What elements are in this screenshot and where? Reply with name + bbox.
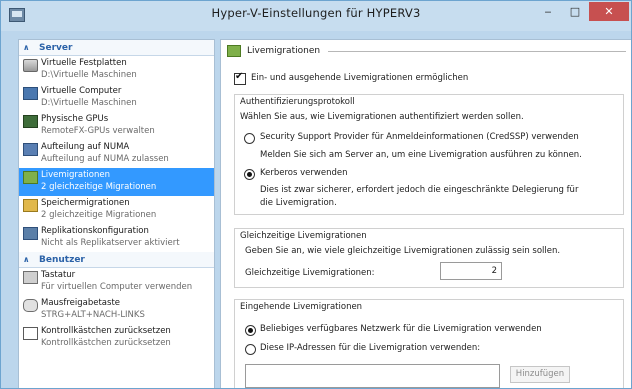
- checkbox-reset-icon: [23, 327, 38, 340]
- nav-item-label: Tastatur: [41, 270, 76, 280]
- enable-live-migration-label[interactable]: Ein- und ausgehende Livemigrationen ermö…: [251, 73, 468, 83]
- disk-icon: [23, 59, 38, 72]
- credssp-description: Melden Sie sich am Server an, um eine Li…: [260, 150, 582, 160]
- kerberos-radio[interactable]: [244, 169, 255, 180]
- nav-item-sublabel: STRG+ALT+NACH-LINKS: [41, 310, 145, 320]
- nav-item-label: Kontrollkästchen zurücksetzen: [41, 326, 171, 336]
- vm-icon: [23, 87, 38, 100]
- nav-item-reset-checkboxes[interactable]: Kontrollkästchen zurücksetzen Kontrollkä…: [19, 324, 214, 352]
- numa-icon: [23, 143, 38, 156]
- user-section-header[interactable]: ∧ Benutzer: [19, 252, 214, 268]
- section-header: Livemigrationen: [227, 44, 626, 58]
- these-ips-radio[interactable]: [245, 344, 256, 355]
- incoming-migrations-group: Eingehende Livemigrationen Beliebiges ve…: [234, 299, 624, 388]
- concurrent-description: Geben Sie an, wie viele gleichzeitige Li…: [245, 246, 561, 256]
- replication-icon: [23, 227, 38, 240]
- auth-group-title: Authentifizierungsprotokoll: [240, 97, 355, 107]
- title-bar[interactable]: Hyper-V-Einstellungen für HYPERV3 ‒ □ ✕: [1, 1, 631, 31]
- section-title: Livemigrationen: [247, 46, 321, 56]
- concurrent-count-label: Gleichzeitige Livemigrationen:: [245, 268, 375, 278]
- credssp-radio[interactable]: [244, 133, 255, 144]
- storage-icon: [23, 199, 38, 212]
- settings-window: Hyper-V-Einstellungen für HYPERV3 ‒ □ ✕ …: [0, 0, 632, 389]
- user-header-label: Benutzer: [39, 254, 85, 265]
- nav-item-live-migrations[interactable]: Livemigrationen 2 gleichzeitige Migratio…: [19, 168, 214, 196]
- keyboard-icon: [23, 271, 38, 284]
- concurrent-group-title: Gleichzeitige Livemigrationen: [240, 231, 367, 241]
- settings-nav-pane: ∧ Server Virtuelle Festplatten D:\Virtue…: [18, 39, 215, 388]
- kerberos-description-line1: Dies ist zwar sicherer, erfordert jedoch…: [260, 185, 579, 195]
- minimize-button[interactable]: ‒: [535, 2, 561, 21]
- server-header-label: Server: [39, 42, 73, 53]
- collapse-chevron-icon[interactable]: ∧: [23, 43, 33, 52]
- close-button[interactable]: ✕: [589, 2, 629, 21]
- any-network-radio[interactable]: [245, 325, 256, 336]
- nav-item-replication[interactable]: Replikationskonfiguration Nicht als Repl…: [19, 224, 214, 252]
- maximize-button[interactable]: □: [562, 2, 588, 21]
- nav-item-numa[interactable]: Aufteilung auf NUMA Aufteilung auf NUMA …: [19, 140, 214, 168]
- nav-item-storage-migrations[interactable]: Speichermigrationen 2 gleichzeitige Migr…: [19, 196, 214, 224]
- nav-item-label: Physische GPUs: [41, 114, 109, 124]
- kerberos-description-line2: die Livemigration.: [260, 198, 337, 208]
- nav-item-sublabel: Kontrollkästchen zurücksetzen: [41, 338, 171, 348]
- nav-item-label: Replikationskonfiguration: [41, 226, 149, 236]
- nav-item-sublabel: 2 gleichzeitige Migrationen: [41, 210, 157, 220]
- nav-item-label: Speichermigrationen: [41, 198, 130, 208]
- these-ips-label[interactable]: Diese IP-Adressen für die Livemigration …: [260, 343, 480, 353]
- settings-content-pane: Livemigrationen Ein- und ausgehende Live…: [220, 39, 631, 388]
- any-network-label[interactable]: Beliebiges verfügbares Netzwerk für die …: [260, 324, 542, 334]
- nav-item-sublabel: RemoteFX-GPUs verwalten: [41, 126, 155, 136]
- enable-live-migration-checkbox[interactable]: [234, 71, 246, 85]
- gpu-icon: [23, 115, 38, 128]
- mouse-icon: [23, 299, 38, 312]
- migration-icon: [23, 171, 38, 184]
- nav-item-label: Virtuelle Computer: [41, 86, 122, 96]
- auth-protocol-group: Authentifizierungsprotokoll Wählen Sie a…: [234, 94, 624, 215]
- nav-item-sublabel: Nicht als Replikatserver aktiviert: [41, 238, 180, 248]
- concurrent-migrations-group: Gleichzeitige Livemigrationen Geben Sie …: [234, 228, 624, 288]
- add-ip-button[interactable]: Hinzufügen: [510, 366, 570, 383]
- nav-item-label: Mausfreigabetaste: [41, 298, 121, 308]
- nav-item-physical-gpus[interactable]: Physische GPUs RemoteFX-GPUs verwalten: [19, 112, 214, 140]
- collapse-chevron-icon[interactable]: ∧: [23, 255, 33, 264]
- nav-item-label: Aufteilung auf NUMA: [41, 142, 130, 152]
- nav-item-sublabel: D:\Virtuelle Maschinen: [41, 70, 137, 80]
- concurrent-count-input[interactable]: 2: [440, 262, 502, 280]
- nav-item-virtual-machines[interactable]: Virtuelle Computer D:\Virtuelle Maschine…: [19, 84, 214, 112]
- nav-item-virtual-disks[interactable]: Virtuelle Festplatten D:\Virtuelle Masch…: [19, 56, 214, 84]
- nav-item-label: Virtuelle Festplatten: [41, 58, 127, 68]
- ip-address-list[interactable]: [245, 364, 500, 388]
- nav-item-sublabel: 2 gleichzeitige Migrationen: [41, 182, 157, 192]
- auth-description: Wählen Sie aus, wie Livemigrationen auth…: [240, 112, 524, 122]
- nav-item-mouse-release-key[interactable]: Mausfreigabetaste STRG+ALT+NACH-LINKS: [19, 296, 214, 324]
- nav-item-keyboard[interactable]: Tastatur Für virtuellen Computer verwend…: [19, 268, 214, 296]
- credssp-label[interactable]: Security Support Provider für Anmeldeinf…: [260, 132, 579, 142]
- nav-item-sublabel: D:\Virtuelle Maschinen: [41, 98, 137, 108]
- server-section-header[interactable]: ∧ Server: [19, 40, 214, 56]
- section-divider: [328, 50, 626, 52]
- nav-item-sublabel: Aufteilung auf NUMA zulassen: [41, 154, 169, 164]
- incoming-group-title: Eingehende Livemigrationen: [240, 302, 363, 312]
- migration-icon: [227, 45, 241, 57]
- kerberos-label[interactable]: Kerberos verwenden: [260, 168, 347, 178]
- nav-item-label: Livemigrationen: [41, 170, 110, 180]
- nav-item-sublabel: Für virtuellen Computer verwenden: [41, 282, 193, 292]
